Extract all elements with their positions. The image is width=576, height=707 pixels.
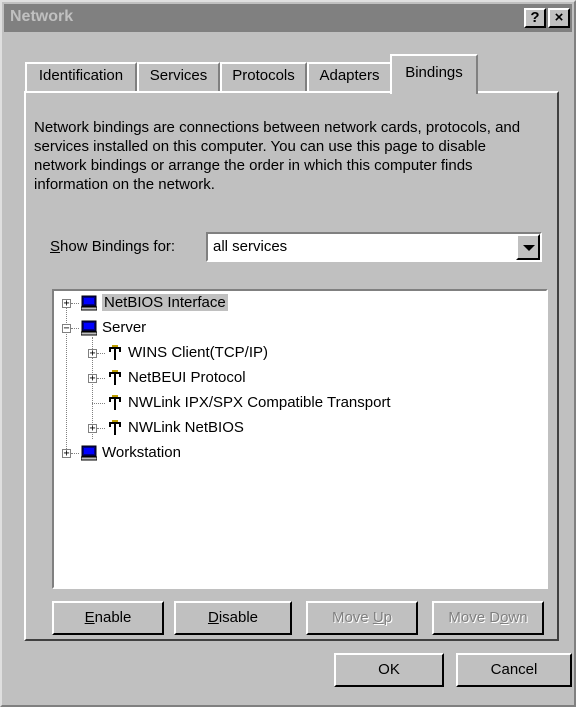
- expand-plus-icon[interactable]: +: [88, 349, 97, 359]
- expand-plus-icon[interactable]: +: [88, 424, 97, 434]
- tree-line: [92, 403, 105, 404]
- tree-item-workstation[interactable]: Workstation: [102, 443, 181, 463]
- chevron-down-icon: [523, 245, 535, 251]
- tree-item-nwlink-ipx-spx[interactable]: NWLink IPX/SPX Compatible Transport: [128, 393, 391, 413]
- bindings-panel: Network bindings are connections between…: [24, 91, 559, 641]
- tree-line: [71, 328, 79, 329]
- tab-services[interactable]: Services: [137, 62, 220, 92]
- tree-item-netbeui[interactable]: NetBEUI Protocol: [128, 368, 246, 388]
- tab-protocols[interactable]: Protocols: [220, 62, 307, 92]
- computer-icon: [81, 445, 97, 461]
- move-up-button[interactable]: Move Up: [306, 601, 418, 635]
- tree-line: [97, 353, 105, 354]
- show-bindings-value: all services: [213, 238, 288, 255]
- move-down-button[interactable]: Move Down: [432, 601, 544, 635]
- tab-bindings[interactable]: Bindings: [390, 54, 478, 94]
- tree-line: [71, 453, 79, 454]
- tab-identification[interactable]: Identification: [25, 62, 137, 92]
- expand-plus-icon[interactable]: +: [62, 299, 71, 309]
- close-button[interactable]: ×: [548, 8, 570, 28]
- computer-icon: [81, 320, 97, 336]
- window-title: Network: [10, 8, 74, 25]
- collapse-minus-icon[interactable]: −: [62, 324, 71, 334]
- help-button[interactable]: ?: [524, 8, 546, 28]
- tree-item-wins-client[interactable]: WINS Client(TCP/IP): [128, 343, 268, 363]
- expand-plus-icon[interactable]: +: [88, 374, 97, 384]
- network-dialog: Network ? × Identification Services Prot…: [0, 0, 576, 707]
- tree-item-nwlink-netbios[interactable]: NWLink NetBIOS: [128, 418, 244, 438]
- tree-line: [97, 378, 105, 379]
- tree-line: [97, 428, 105, 429]
- cancel-button[interactable]: Cancel: [456, 653, 572, 687]
- expand-plus-icon[interactable]: +: [62, 449, 71, 459]
- tab-adapters[interactable]: Adapters: [307, 62, 392, 92]
- network-protocol-icon: [109, 420, 121, 435]
- network-protocol-icon: [109, 345, 121, 360]
- show-bindings-dropdown[interactable]: all services: [206, 232, 542, 262]
- ok-button[interactable]: OK: [334, 653, 444, 687]
- tree-item-netbios-interface[interactable]: NetBIOS Interface: [102, 293, 228, 313]
- network-protocol-icon: [109, 395, 121, 410]
- title-bar[interactable]: Network ? ×: [4, 4, 572, 32]
- enable-button[interactable]: Enable: [52, 601, 164, 635]
- bindings-tree[interactable]: + NetBIOS Interface − Server + WINS Clie…: [52, 289, 548, 589]
- description-text: Network bindings are connections between…: [34, 119, 521, 193]
- network-protocol-icon: [109, 370, 121, 385]
- disable-button[interactable]: Disable: [174, 601, 292, 635]
- show-bindings-label: Show Bindings for:: [50, 238, 176, 255]
- tree-item-server[interactable]: Server: [102, 318, 146, 338]
- dropdown-arrow-button[interactable]: [516, 234, 540, 260]
- computer-icon: [81, 295, 97, 311]
- tree-line: [71, 303, 79, 304]
